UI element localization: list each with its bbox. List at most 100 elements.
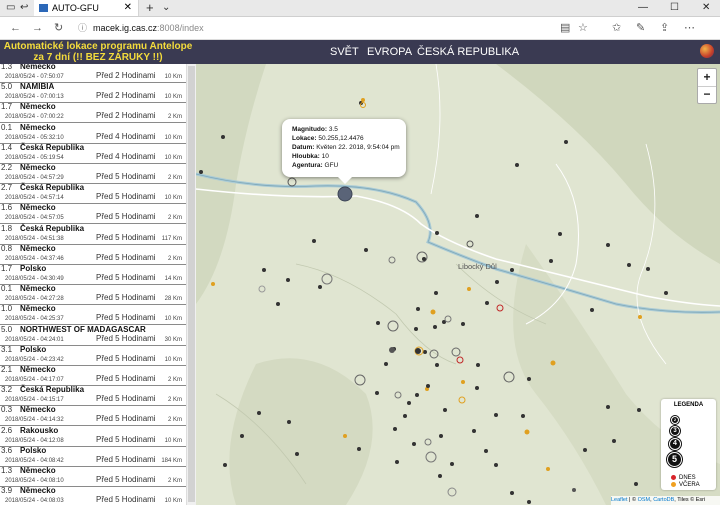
earthquake-marker[interactable]	[387, 320, 399, 332]
zoom-out-button[interactable]: −	[698, 86, 716, 103]
event-row[interactable]: 1.3 Německo 2018/05/24 - 04:08:10 Před 5 Ho…	[0, 466, 186, 487]
leaflet-link[interactable]: Leaflet	[611, 497, 628, 503]
earthquake-marker[interactable]	[527, 377, 531, 381]
event-row[interactable]: 2.1 Německo 2018/05/24 - 04:17:07 Před 5 Ho…	[0, 365, 186, 386]
earthquake-marker[interactable]	[430, 309, 436, 315]
earthquake-marker[interactable]	[337, 186, 353, 202]
earthquake-marker[interactable]	[258, 285, 266, 293]
earthquake-marker[interactable]	[558, 232, 562, 236]
earthquake-marker[interactable]	[461, 380, 465, 384]
event-row[interactable]: 1.7 Německo 2018/05/24 - 07:00:22 Před 2 Ho…	[0, 102, 186, 124]
earthquake-marker[interactable]	[435, 363, 439, 367]
earthquake-marker[interactable]	[354, 374, 366, 386]
cartodb-link[interactable]: CartoDB	[653, 497, 674, 503]
earthquake-marker[interactable]	[549, 259, 553, 263]
earthquake-marker[interactable]	[434, 291, 438, 295]
pen-icon[interactable]: ✎	[636, 20, 645, 36]
earthquake-marker[interactable]	[407, 401, 411, 405]
earthquake-marker[interactable]	[393, 427, 397, 431]
favorites-hub-icon[interactable]: ✩	[612, 20, 621, 36]
earthquake-marker[interactable]	[433, 325, 437, 329]
earthquake-marker[interactable]	[564, 140, 568, 144]
earthquake-marker[interactable]	[388, 256, 396, 264]
earthquake-marker[interactable]	[435, 231, 439, 235]
event-row[interactable]: 3.1 Polsko 2018/05/24 - 04:23:42 Před 5 Hod…	[0, 345, 186, 366]
earthquake-marker[interactable]	[638, 315, 642, 319]
event-row[interactable]: 3.6 Polsko 2018/05/24 - 04:08:42 Před 5 Hod…	[0, 446, 186, 467]
earthquake-marker[interactable]	[199, 170, 203, 174]
event-row[interactable]: 0.8 Německo 2018/05/24 - 04:37:46 Před 5 Ho…	[0, 244, 186, 265]
earthquake-marker[interactable]	[321, 273, 333, 285]
earthquake-marker[interactable]	[211, 282, 215, 286]
earthquake-marker[interactable]	[461, 322, 465, 326]
earthquake-marker[interactable]	[312, 239, 316, 243]
earthquake-marker[interactable]	[444, 315, 452, 323]
event-row[interactable]: 3.2 Česká Republika 2018/05/24 - 04:15:17 P…	[0, 385, 186, 407]
earthquake-marker[interactable]	[590, 308, 594, 312]
earthquake-marker[interactable]	[475, 386, 479, 390]
earthquake-marker[interactable]	[495, 280, 499, 284]
browser-tab[interactable]: AUTO-GFU ✕	[34, 0, 139, 16]
event-row[interactable]: 5.0 NORTHWEST OF MADAGASCAR 2018/05/24 - 0…	[0, 325, 186, 346]
osm-link[interactable]: OSM	[638, 497, 651, 503]
event-row[interactable]: 0.1 Německo 2018/05/24 - 05:32:10 Před 4 Ho…	[0, 123, 186, 144]
earthquake-marker[interactable]	[389, 347, 395, 353]
tab-list-icon[interactable]: ▭	[6, 0, 15, 16]
earthquake-marker[interactable]	[364, 248, 368, 252]
earthquake-marker[interactable]	[485, 301, 489, 305]
earthquake-marker[interactable]	[395, 460, 399, 464]
earthquake-marker[interactable]	[646, 267, 650, 271]
earthquake-marker[interactable]	[287, 177, 297, 187]
earthquake-marker[interactable]	[458, 396, 466, 404]
earthquake-marker[interactable]	[439, 434, 443, 438]
earthquake-marker[interactable]	[496, 304, 504, 312]
earthquake-marker[interactable]	[503, 371, 515, 383]
event-row[interactable]: 2.7 Česká Republika 2018/05/24 - 04:57:14 P…	[0, 183, 186, 205]
chevron-down-icon[interactable]: ⌄	[162, 0, 170, 16]
earthquake-marker[interactable]	[484, 449, 488, 453]
favorite-star-icon[interactable]: ☆	[578, 20, 588, 36]
earthquake-marker[interactable]	[451, 347, 461, 357]
earthquake-marker[interactable]	[416, 251, 428, 263]
back-arrow-icon[interactable]: ←	[10, 20, 21, 36]
earthquake-marker[interactable]	[524, 429, 530, 435]
earthquake-marker[interactable]	[634, 482, 638, 486]
earthquake-marker[interactable]	[438, 474, 442, 478]
event-row[interactable]: 1.3 Německo 2018/05/24 - 07:50:07 Před 2 Ho…	[0, 64, 186, 83]
map-view[interactable]: Libocký Důl + − Magnitudo: 3.5 Lokace: 5…	[196, 64, 720, 505]
scrollbar-thumb[interactable]	[188, 66, 195, 502]
event-row[interactable]: 5.0 NAMIBIA 2018/05/24 - 07:00:13 Před 2 Ho…	[0, 82, 186, 104]
earthquake-marker[interactable]	[426, 384, 430, 388]
earthquake-marker[interactable]	[550, 360, 556, 366]
earthquake-marker[interactable]	[423, 350, 427, 354]
menu-svet[interactable]: SVĚT	[330, 40, 359, 64]
earthquake-marker[interactable]	[450, 462, 454, 466]
earthquake-marker[interactable]	[443, 408, 447, 412]
event-row[interactable]: 0.1 Německo 2018/05/24 - 04:27:28 Před 5 Ho…	[0, 284, 186, 306]
share-icon[interactable]: ⇪	[660, 20, 669, 36]
earthquake-marker[interactable]	[286, 278, 290, 282]
earthquake-marker[interactable]	[664, 291, 668, 295]
earthquake-marker[interactable]	[472, 429, 476, 433]
earthquake-marker[interactable]	[360, 102, 366, 108]
earthquake-marker[interactable]	[466, 240, 474, 248]
earthquake-marker[interactable]	[262, 268, 266, 272]
earthquake-marker[interactable]	[412, 442, 416, 446]
earthquake-marker[interactable]	[416, 307, 420, 311]
earthquake-marker[interactable]	[414, 327, 418, 331]
earthquake-marker[interactable]	[318, 285, 322, 289]
minimize-icon[interactable]: —	[638, 0, 648, 16]
earthquake-marker[interactable]	[476, 363, 480, 367]
event-row[interactable]: 1.0 Německo 2018/05/24 - 04:25:37 Před 5 Ho…	[0, 304, 186, 326]
earthquake-marker[interactable]	[583, 448, 587, 452]
earthquake-marker[interactable]	[257, 411, 261, 415]
earthquake-marker[interactable]	[521, 414, 525, 418]
earthquake-marker[interactable]	[221, 135, 225, 139]
earthquake-marker[interactable]	[572, 488, 576, 492]
event-row[interactable]: 1.6 Německo 2018/05/24 - 04:57:05 Před 5 Ho…	[0, 203, 186, 225]
earthquake-marker[interactable]	[223, 463, 227, 467]
earthquake-marker[interactable]	[287, 420, 291, 424]
earthquake-marker[interactable]	[606, 243, 610, 247]
tab-back-icon[interactable]: ↩	[20, 0, 28, 16]
earthquake-marker[interactable]	[510, 268, 514, 272]
